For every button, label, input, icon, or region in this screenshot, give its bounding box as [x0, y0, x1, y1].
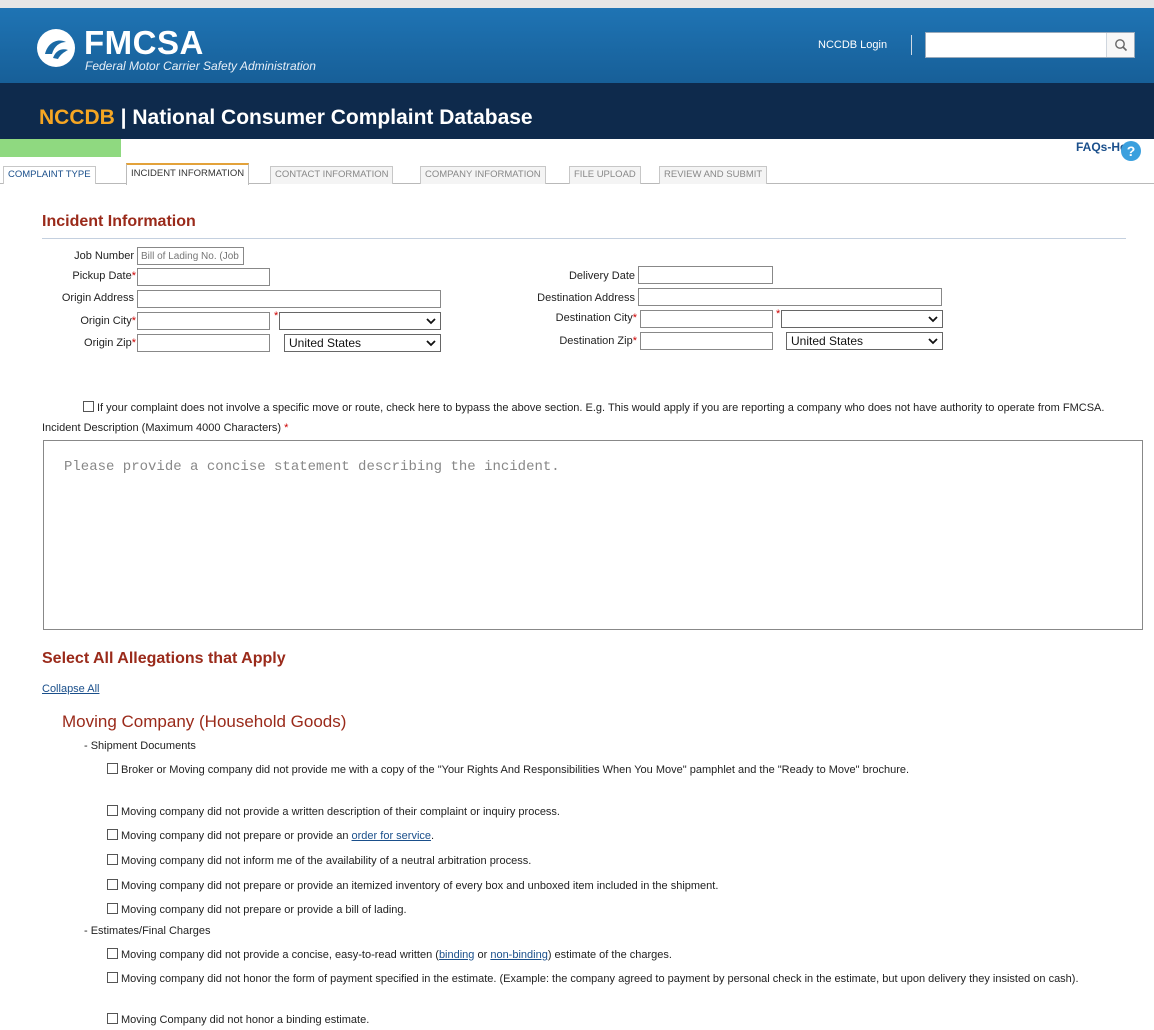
non-binding-link[interactable]: non-binding [490, 949, 548, 961]
delivery-date-label: Delivery Date [568, 270, 635, 282]
destination-city-input[interactable] [640, 310, 773, 328]
origin-zip-input[interactable] [137, 334, 270, 352]
allegation-checkbox[interactable] [107, 972, 118, 983]
chevron-down-icon [928, 338, 938, 345]
origin-address-label: Origin Address [61, 292, 134, 304]
origin-country-select[interactable]: United States [284, 334, 441, 352]
job-number-label: Job Number [74, 250, 134, 262]
tab-company-information[interactable]: COMPANY INFORMATION [420, 166, 546, 184]
order-for-service-link[interactable]: order for service [352, 830, 431, 842]
search-box [925, 32, 1135, 58]
allegations-heading: Select All Allegations that Apply [42, 650, 286, 667]
search-icon [1114, 39, 1127, 52]
search-button[interactable] [1106, 33, 1134, 57]
destination-state-select[interactable] [781, 310, 943, 328]
pickup-date-label: Pickup Date* [72, 270, 136, 282]
tab-contact-information[interactable]: CONTACT INFORMATION [270, 166, 394, 184]
allegation-checkbox[interactable] [107, 829, 118, 840]
allegation-item: Moving company did not honor the form of… [107, 971, 1097, 987]
chevron-down-icon [426, 318, 436, 325]
destination-address-input[interactable] [638, 288, 942, 306]
allegation-item: Moving company did not prepare or provid… [107, 878, 1097, 894]
destination-address-label: Destination Address [537, 292, 635, 304]
incident-information-heading: Incident Information [42, 213, 196, 230]
origin-city-input[interactable] [137, 312, 270, 330]
tab-incident-information[interactable]: INCIDENT INFORMATION [126, 163, 250, 185]
top-strip [0, 0, 1154, 8]
tab-file-upload[interactable]: FILE UPLOAD [569, 166, 641, 184]
allegation-item: Moving company did not inform me of the … [107, 853, 1097, 869]
allegation-checkbox[interactable] [107, 1013, 118, 1024]
pickup-date-input[interactable] [137, 268, 270, 286]
description-label: Incident Description (Maximum 4000 Chara… [42, 422, 289, 434]
site-header: FMCSA Federal Motor Carrier Safety Admin… [0, 8, 1154, 139]
collapse-all-link[interactable]: Collapse All [42, 683, 99, 695]
allegation-item: Moving company did not prepare or provid… [107, 828, 1097, 844]
destination-country-value: United States [791, 334, 864, 348]
allegation-item: Moving company did not provide a concise… [107, 947, 1097, 963]
database-title: NCCDB | National Consumer Complaint Data… [39, 106, 533, 130]
allegation-item: Moving Company did not honor a binding e… [107, 1012, 1097, 1028]
binding-link[interactable]: binding [439, 949, 474, 961]
bypass-text: If your complaint does not involve a spe… [97, 402, 1105, 414]
title-separator: | [114, 106, 133, 129]
allegation-checkbox[interactable] [107, 763, 118, 774]
logo-name[interactable]: FMCSA [84, 24, 204, 62]
incident-description-textarea[interactable]: Please provide a concise statement descr… [43, 440, 1143, 630]
group-estimates-final-charges: - Estimates/Final Charges [84, 925, 211, 937]
brand-bar: FMCSA Federal Motor Carrier Safety Admin… [0, 8, 1154, 83]
fmcsa-logo-icon[interactable] [36, 28, 76, 68]
category-heading: Moving Company (Household Goods) [62, 712, 347, 731]
group-shipment-documents: - Shipment Documents [84, 740, 196, 752]
allegation-checkbox[interactable] [107, 879, 118, 890]
origin-state-select[interactable] [279, 312, 441, 330]
section-divider [42, 238, 1126, 239]
tab-review-and-submit[interactable]: REVIEW AND SUBMIT [659, 166, 768, 184]
destination-zip-input[interactable] [640, 332, 773, 350]
destination-country-select[interactable]: United States [786, 332, 943, 350]
required-marker: * [274, 310, 279, 322]
destination-city-label: Destination City* [555, 312, 637, 324]
chevron-down-icon [928, 316, 938, 323]
bypass-checkbox[interactable] [83, 401, 94, 412]
allegation-checkbox[interactable] [107, 805, 118, 816]
progress-indicator [0, 139, 121, 157]
tab-complaint-type[interactable]: COMPLAINT TYPE [3, 166, 96, 184]
origin-address-input[interactable] [137, 290, 441, 308]
database-acronym: NCCDB [39, 106, 115, 129]
divider [911, 35, 912, 55]
login-link[interactable]: NCCDB Login [818, 39, 887, 51]
allegation-checkbox[interactable] [107, 903, 118, 914]
allegation-checkbox[interactable] [107, 854, 118, 865]
page: FMCSA Federal Motor Carrier Safety Admin… [0, 0, 1154, 1030]
logo-subtitle: Federal Motor Carrier Safety Administrat… [85, 59, 316, 73]
search-input[interactable] [926, 33, 1106, 57]
origin-city-label: Origin City* [80, 315, 136, 327]
job-number-input[interactable] [137, 247, 244, 265]
wizard-tabs: COMPLAINT TYPE INCIDENT INFORMATION CONT… [0, 163, 1154, 185]
allegation-item: Moving company did not prepare or provid… [107, 902, 1097, 918]
required-marker: * [776, 308, 781, 320]
allegation-checkbox[interactable] [107, 948, 118, 959]
chevron-down-icon [426, 340, 436, 347]
origin-zip-label: Origin Zip* [84, 337, 136, 349]
origin-country-value: United States [289, 336, 362, 350]
database-name: National Consumer Complaint Database [132, 106, 533, 129]
allegation-item: Broker or Moving company did not provide… [107, 762, 1097, 778]
destination-zip-label: Destination Zip* [559, 335, 637, 347]
bypass-option: If your complaint does not involve a spe… [83, 400, 1113, 416]
help-question-icon[interactable]: ? [1121, 141, 1141, 161]
allegation-item: Moving company did not provide a written… [107, 804, 1097, 820]
delivery-date-input[interactable] [638, 266, 773, 284]
